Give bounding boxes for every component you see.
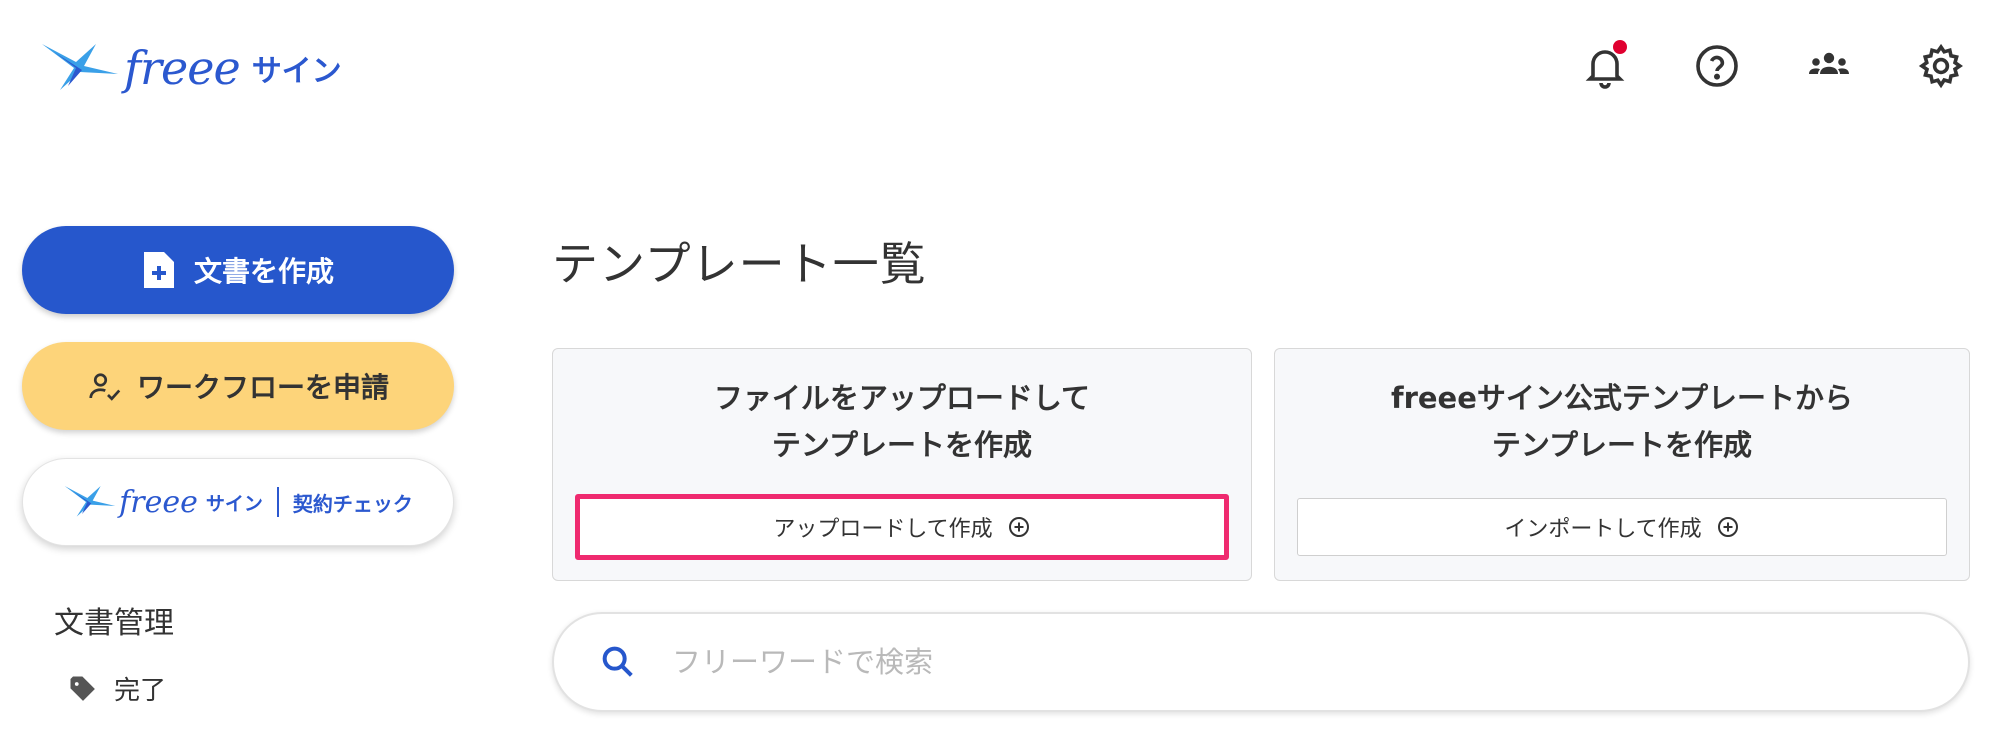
upload-create-label: アップロードして作成 [773,517,993,542]
team-button[interactable] [1801,38,1857,94]
official-card-title: freeeサイン公式テンプレートから テンプレートを作成 [1390,381,1854,462]
import-create-label: インポートして作成 [1504,517,1702,542]
freee-sign-logo[interactable]: freee サイン [40,30,342,105]
user-check-icon [89,373,121,401]
notification-dot [1613,40,1627,54]
page-title: テンプレート一覧 [552,237,927,291]
upload-card-title: ファイルをアップロードして テンプレートを作成 [713,381,1091,462]
official-template-card: freeeサイン公式テンプレートから テンプレートを作成 インポートして作成 [1274,348,1970,581]
bird-logo-icon [42,43,118,90]
contract-logo-wordmark: freee [119,484,198,520]
search-bar [552,612,1970,712]
header-toolbar [1577,38,1969,94]
bird-logo-icon [64,486,116,517]
upload-create-button[interactable]: アップロードして作成 [575,494,1229,560]
sidebar-item-label: 完了 [114,676,167,706]
search-icon [602,646,633,677]
sidebar: 文書を作成 ワークフローを申請 freee サイン 契約チェック 文書管理 完了 [22,226,454,707]
plus-circle-icon [1008,517,1029,537]
sidebar-item-completed[interactable]: 完了 [68,670,454,707]
contract-check-button[interactable]: freee サイン 契約チェック [22,458,454,546]
contract-check-label: 契約チェック [292,491,413,516]
workflow-request-label: ワークフローを申請 [136,371,389,404]
new-document-icon [143,252,174,288]
users-icon [1809,52,1849,74]
notifications-button[interactable] [1577,38,1633,94]
workflow-request-button[interactable]: ワークフローを申請 [22,342,454,430]
import-create-button[interactable]: インポートして作成 [1297,498,1947,556]
logo-wordmark: freee [124,40,241,95]
help-icon [1696,45,1738,87]
contract-divider [276,487,279,517]
document-management-heading: 文書管理 [54,606,174,641]
help-button[interactable] [1689,38,1745,94]
logo-subtitle: サイン [251,53,342,89]
create-document-button[interactable]: 文書を作成 [22,226,454,314]
create-document-label: 文書を作成 [193,255,334,288]
upload-template-card: ファイルをアップロードして テンプレートを作成 アップロードして作成 [552,348,1252,581]
settings-button[interactable] [1913,38,1969,94]
plus-circle-icon [1717,517,1738,537]
tag-icon [70,676,95,701]
contract-logo-subtitle: サイン [205,492,263,515]
search-input[interactable] [672,645,1872,679]
gear-icon [1918,43,1963,89]
